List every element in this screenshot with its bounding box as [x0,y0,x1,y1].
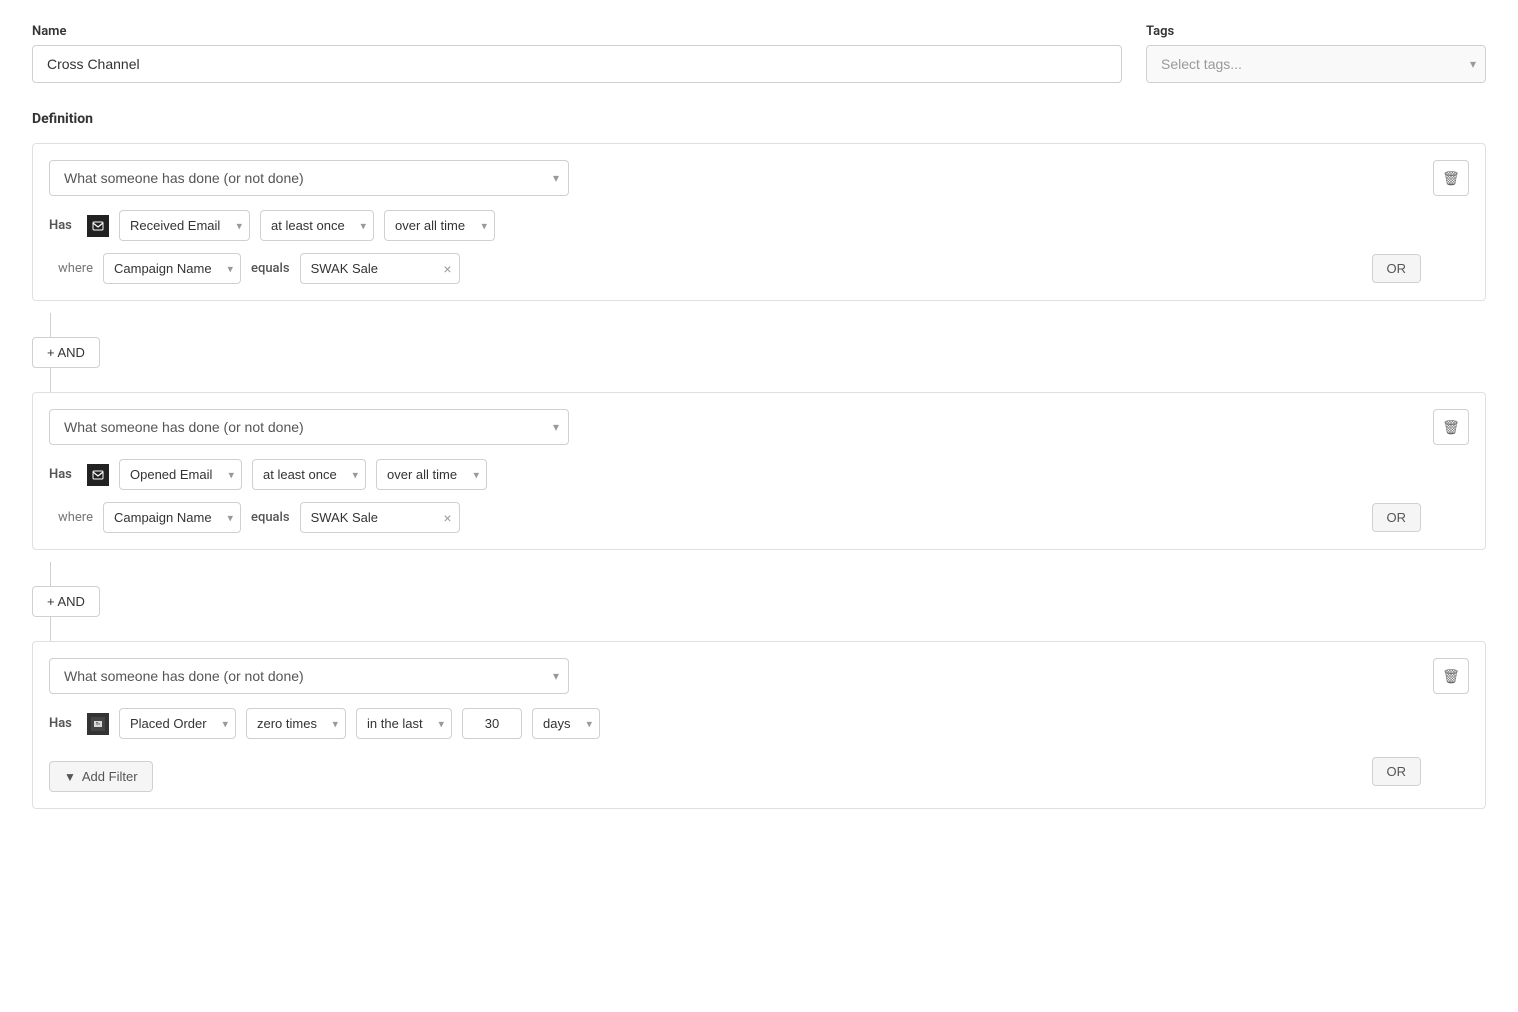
condition-3-content: What someone has done (or not done) Has [49,658,1421,792]
condition-1-freq-wrapper: at least once [260,210,374,241]
condition-1-icon-group [87,215,109,237]
condition-1-time-select[interactable]: over all time [384,210,495,241]
condition-2-content: What someone has done (or not done) Has [49,409,1421,533]
condition-2-has-row: Has Opened Email [49,459,1421,490]
condition-3-main-row: What someone has done (or not done) [49,658,1421,694]
condition-2-prop-wrapper: Campaign Name [103,502,241,533]
condition-1-value-wrapper: × [300,253,460,284]
condition-1-where-left: where Campaign Name equals × [49,253,460,284]
condition-1-freq-select[interactable]: at least once [260,210,374,241]
condition-2-main-row: What someone has done (or not done) [49,409,1421,445]
definition-label: Definition [32,111,1486,127]
condition-1-where-label: where [49,261,93,276]
connector-vert-1 [50,313,51,337]
condition-2-freq-wrapper: at least once [252,459,366,490]
condition-2-time-wrapper: over all time [376,459,487,490]
condition-2-value-wrapper: × [300,502,460,533]
condition-3-has-row: Has Placed Order [49,708,1421,739]
condition-1-event-icon [87,215,109,237]
condition-1-main-wrapper: What someone has done (or not done) [49,160,569,196]
condition-2-has-label: Has [49,467,77,482]
condition-3-event-icon [87,713,109,735]
condition-3-freq-wrapper: zero times [246,708,346,739]
condition-1-main-row: What someone has done (or not done) [49,160,1421,196]
condition-2-main-select[interactable]: What someone has done (or not done) [49,409,569,445]
condition-1-prop-wrapper: Campaign Name [103,253,241,284]
connector-vert-3 [50,562,51,586]
condition-2-time-select[interactable]: over all time [376,459,487,490]
condition-1-delete-btn[interactable]: 🗑 [1433,160,1469,196]
and-btn-1[interactable]: + AND [32,337,100,368]
condition-2-where-label: where [49,510,93,525]
condition-3-bottom-row: ▼ Add Filter OR [49,751,1421,792]
condition-block-2: What someone has done (or not done) Has [32,392,1486,550]
condition-2-where-left: where Campaign Name equals × [49,502,460,533]
condition-1-event-select[interactable]: Received Email [119,210,250,241]
trash-icon-2: 🗑 [1442,419,1460,436]
condition-2-or-btn[interactable]: OR [1372,503,1422,532]
condition-2-equals-label: equals [251,510,290,525]
condition-3-days-wrapper: days [532,708,600,739]
condition-3-main-select[interactable]: What someone has done (or not done) [49,658,569,694]
condition-1-content: What someone has done (or not done) Has [49,160,1421,284]
condition-1-time-wrapper: over all time [384,210,495,241]
condition-1-main-select[interactable]: What someone has done (or not done) [49,160,569,196]
condition-2-prop-select[interactable]: Campaign Name [103,502,241,533]
condition-3-add-filter-btn[interactable]: ▼ Add Filter [49,761,153,792]
condition-2-value-input[interactable] [300,502,460,533]
condition-3-main-wrapper: What someone has done (or not done) [49,658,569,694]
condition-2-clear-btn[interactable]: × [443,510,451,526]
condition-1-or-btn[interactable]: OR [1372,254,1422,283]
condition-3-freq-select[interactable]: zero times [246,708,346,739]
filter-icon: ▼ [64,770,76,784]
condition-1-clear-btn[interactable]: × [443,261,451,277]
condition-2-freq-select[interactable]: at least once [252,459,366,490]
condition-2-event-select[interactable]: Opened Email [119,459,242,490]
and-btn-2[interactable]: + AND [32,586,100,617]
condition-3-or-btn[interactable]: OR [1372,757,1422,786]
condition-1-has-label: Has [49,218,77,233]
condition-1-where-or-row: where Campaign Name equals × OR [49,253,1421,284]
tags-select-wrapper: Select tags... [1146,45,1486,83]
name-field-group: Name [32,24,1122,83]
condition-block-2-inner: What someone has done (or not done) Has [49,409,1469,533]
condition-3-number-input[interactable] [462,708,522,739]
condition-3-add-filter-group: ▼ Add Filter [49,751,153,792]
condition-1-value-input[interactable] [300,253,460,284]
name-label: Name [32,24,1122,39]
condition-1-event-wrapper: Received Email [119,210,250,241]
condition-2-where-or-row: where Campaign Name equals × OR [49,502,1421,533]
condition-2-icon-group [87,464,109,486]
condition-block-3-inner: What someone has done (or not done) Has [49,658,1469,792]
condition-3-icon-group [87,713,109,735]
connector-vert-2 [50,368,51,392]
condition-block-1: What someone has done (or not done) Has [32,143,1486,301]
condition-2-delete-btn[interactable]: 🗑 [1433,409,1469,445]
top-row: Name Tags Select tags... [32,24,1486,83]
trash-icon-3: 🗑 [1442,668,1460,685]
condition-2-main-wrapper: What someone has done (or not done) [49,409,569,445]
name-input[interactable] [32,45,1122,83]
connector-vert-4 [50,617,51,641]
add-filter-label: Add Filter [82,769,138,784]
condition-1-prop-select[interactable]: Campaign Name [103,253,241,284]
tags-field-group: Tags Select tags... [1146,24,1486,83]
condition-1-has-row: Has Received Email [49,210,1421,241]
condition-2-event-icon [87,464,109,486]
condition-3-event-select[interactable]: Placed Order [119,708,236,739]
condition-block-3: What someone has done (or not done) Has [32,641,1486,809]
condition-3-time-wrapper: in the last [356,708,452,739]
tags-select[interactable]: Select tags... [1146,45,1486,83]
condition-block-1-inner: What someone has done (or not done) Has [49,160,1469,284]
tags-label: Tags [1146,24,1486,39]
condition-1-equals-label: equals [251,261,290,276]
condition-3-has-label: Has [49,716,77,731]
condition-3-time-select[interactable]: in the last [356,708,452,739]
condition-2-event-wrapper: Opened Email [119,459,242,490]
condition-3-days-select[interactable]: days [532,708,600,739]
trash-icon-1: 🗑 [1442,170,1460,187]
condition-3-delete-btn[interactable]: 🗑 [1433,658,1469,694]
condition-3-event-wrapper: Placed Order [119,708,236,739]
